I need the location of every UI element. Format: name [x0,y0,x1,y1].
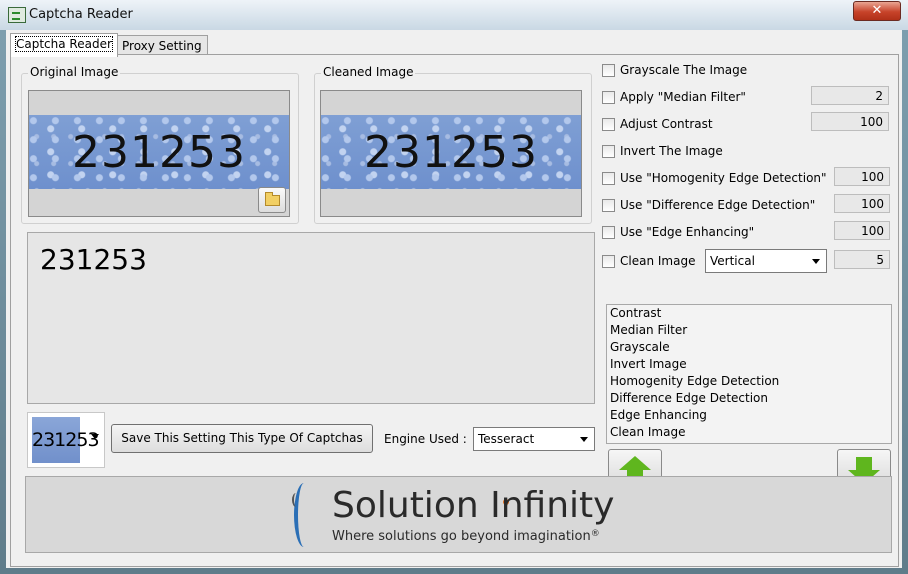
cleaned-image-legend: Cleaned Image [321,65,416,79]
save-setting-button[interactable]: Save This Setting This Type Of Captchas [111,424,373,453]
captcha-type-dropdown[interactable]: 231253 [27,412,105,468]
brand-banner: Solution Infinity Where solutions go bey… [25,476,892,553]
brand-tagline: Where solutions go beyond imagination® [332,529,600,544]
clean-direction-select[interactable]: Vertical [705,249,827,273]
brand-logo-icon [292,483,314,547]
folder-icon [265,192,280,206]
tagline-text: Where solutions go beyond imagination [332,529,591,544]
tab-label: Proxy Setting [122,39,202,53]
list-item[interactable]: Homogenity Edge Detection [607,373,891,390]
contrast-label: Adjust Contrast [620,117,713,131]
original-image-frame: 231253 [28,90,290,217]
brand-name: Solution Infinity [332,485,615,526]
tab-label: Captcha Reader [15,36,113,52]
contrast-input[interactable]: 100 [811,112,889,131]
result-textbox[interactable]: 231253 [27,232,595,404]
engine-label: Engine Used : [384,432,467,446]
invert-label: Invert The Image [620,144,723,158]
filter-order-list[interactable]: Contrast Median Filter Grayscale Invert … [606,304,892,444]
edge-enhancing-input[interactable]: 100 [834,221,890,240]
clean-image-input[interactable]: 5 [834,250,890,269]
chevron-down-icon [580,437,588,442]
list-item[interactable]: Grayscale [607,339,891,356]
clean-direction-value: Vertical [710,254,755,268]
grayscale-checkbox[interactable] [602,64,615,77]
list-item[interactable]: Edge Enhancing [607,407,891,424]
contrast-checkbox[interactable] [602,118,615,131]
original-image-legend: Original Image [28,65,121,79]
invert-checkbox[interactable] [602,145,615,158]
result-text: 231253 [40,243,147,276]
difference-input[interactable]: 100 [834,194,890,213]
median-filter-checkbox[interactable] [602,91,615,104]
cleaned-captcha-image: 231253 [321,115,581,189]
captcha-reader-page: Original Image 231253 Cleaned Image 2312… [10,54,899,567]
window-title: Captcha Reader [29,7,133,22]
chevron-down-icon [812,259,820,264]
cleaned-image-frame: 231253 [320,90,582,217]
registered-mark: ® [590,529,600,539]
list-item[interactable]: Contrast [607,305,891,322]
chevron-down-icon [91,434,99,439]
original-captcha-image: 231253 [29,115,289,189]
close-button[interactable]: ✕ [853,1,901,21]
homogenity-label: Use "Homogenity Edge Detection" [620,171,827,185]
cleaned-image-group: Cleaned Image 231253 [314,65,592,224]
captcha-thumbnail: 231253 [32,417,100,463]
homogenity-checkbox[interactable] [602,172,615,185]
title-bar[interactable]: Captcha Reader ✕ [0,0,908,30]
list-item[interactable]: Invert Image [607,356,891,373]
tab-proxy-setting[interactable]: Proxy Setting [116,35,208,56]
difference-label: Use "Difference Edge Detection" [620,198,816,212]
clean-image-label: Clean Image [620,254,696,268]
engine-value: Tesseract [478,432,535,446]
app-icon [8,7,26,23]
list-item[interactable]: Difference Edge Detection [607,390,891,407]
browse-image-button[interactable] [258,187,286,213]
engine-select[interactable]: Tesseract [473,427,595,451]
difference-checkbox[interactable] [602,199,615,212]
median-filter-input[interactable]: 2 [811,86,889,105]
original-image-group: Original Image 231253 [21,65,299,224]
list-item[interactable]: Median Filter [607,322,891,339]
arrow-up-icon [619,456,651,483]
tab-captcha-reader[interactable]: Captcha Reader [10,33,118,57]
grayscale-label: Grayscale The Image [620,63,748,77]
edge-enhancing-label: Use "Edge Enhancing" [620,225,755,239]
edge-enhancing-checkbox[interactable] [602,226,615,239]
client-area: Captcha Reader Proxy Setting Original Im… [6,30,902,568]
homogenity-input[interactable]: 100 [834,167,890,186]
median-filter-label: Apply "Median Filter" [620,90,746,104]
app-window: Captcha Reader ✕ Captcha Reader Proxy Se… [0,0,908,574]
clean-image-checkbox[interactable] [602,255,615,268]
list-item[interactable]: Clean Image [607,424,891,441]
